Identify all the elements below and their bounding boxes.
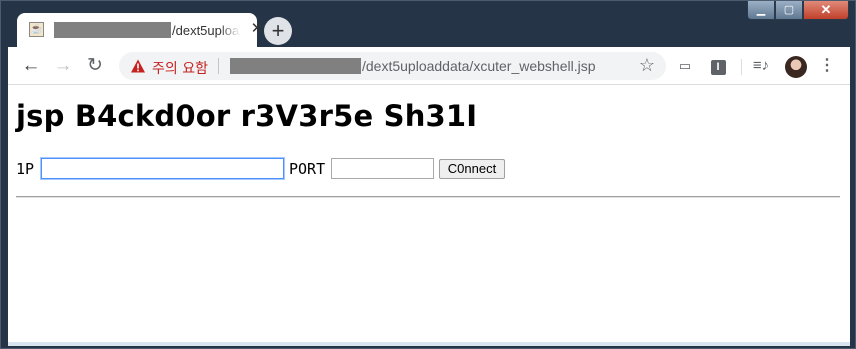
redacted-url-host bbox=[230, 58, 361, 74]
ip-input[interactable] bbox=[41, 158, 284, 179]
maximize-button[interactable]: ▢ bbox=[775, 1, 803, 20]
extension-icon[interactable]: I bbox=[708, 56, 728, 76]
tab-active[interactable]: ☕ /dext5uploaddata/xcuter_webshell.jsp ✕ bbox=[17, 13, 263, 47]
page-title: jsp B4ckd0or r3V3r5e Sh31I bbox=[16, 99, 478, 133]
address-bar[interactable]: 주의 요함 /dext5uploaddata/xcuter_webshell.j… bbox=[119, 52, 666, 80]
window-bottom-border bbox=[8, 342, 850, 346]
browser-window: ☕ /dext5uploaddata/xcuter_webshell.jsp ✕… bbox=[0, 0, 856, 349]
tab-strip: ☕ /dext5uploaddata/xcuter_webshell.jsp ✕… bbox=[1, 1, 855, 47]
media-control-icon[interactable]: ≡♪ bbox=[751, 56, 771, 76]
close-window-button[interactable]: ✕ bbox=[803, 1, 849, 20]
warning-icon[interactable] bbox=[130, 58, 146, 74]
minimize-button[interactable]: ▁ bbox=[747, 1, 775, 20]
tab-title: /dext5uploaddata/xcuter_webshell.jsp bbox=[172, 23, 240, 38]
security-warning-label[interactable]: 주의 요함 bbox=[152, 58, 208, 78]
port-label: PORT bbox=[289, 160, 326, 178]
browser-toolbar: ← → ↻ 주의 요함 /dext5uploaddata/xcuter_webs… bbox=[8, 47, 850, 85]
page-viewport: jsp B4ckd0or r3V3r5e Sh31I 1P PORT C0nne… bbox=[8, 85, 850, 342]
tab-close-icon[interactable]: ✕ bbox=[249, 21, 265, 37]
extension-label: I bbox=[710, 60, 726, 75]
reload-button[interactable]: ↻ bbox=[83, 55, 107, 77]
redacted-host bbox=[54, 22, 171, 38]
port-input[interactable] bbox=[331, 158, 434, 179]
back-button[interactable]: ← bbox=[19, 55, 43, 77]
menu-icon[interactable]: ⋮ bbox=[817, 56, 837, 76]
cast-icon[interactable]: ▭ bbox=[675, 56, 695, 76]
profile-avatar[interactable] bbox=[785, 56, 807, 78]
horizontal-rule bbox=[16, 196, 840, 198]
bookmark-star-icon[interactable]: ☆ bbox=[637, 55, 657, 75]
ip-label: 1P bbox=[16, 160, 35, 178]
forward-button[interactable]: → bbox=[51, 55, 75, 77]
toolbar-separator bbox=[741, 59, 742, 75]
new-tab-button[interactable]: + bbox=[264, 17, 292, 45]
connect-button[interactable]: C0nnect bbox=[439, 159, 505, 179]
jsp-file-icon: ☕ bbox=[29, 22, 44, 37]
address-separator bbox=[218, 58, 219, 74]
url-path[interactable]: /dext5uploaddata/xcuter_webshell.jsp bbox=[362, 58, 596, 74]
